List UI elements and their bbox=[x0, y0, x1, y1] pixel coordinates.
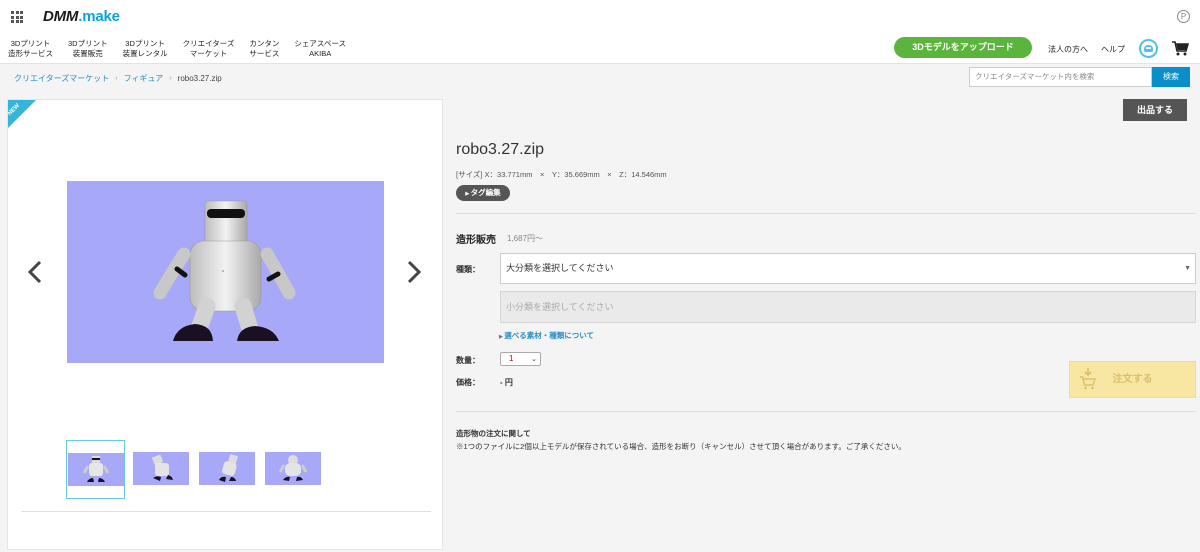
chevron-right-icon: › bbox=[115, 75, 118, 82]
thumbnail-4[interactable] bbox=[264, 440, 323, 499]
subcategory-select[interactable]: 小分類を選択してください bbox=[500, 291, 1196, 323]
nav-item-creators-market[interactable]: クリエイターズ マーケット bbox=[183, 39, 235, 59]
main-product-image[interactable] bbox=[67, 181, 384, 363]
list-item-button[interactable]: 出品する bbox=[1123, 99, 1187, 121]
nav-item-print-service[interactable]: 3Dプリント 造形サービス bbox=[8, 39, 53, 59]
thumbnail-2[interactable] bbox=[132, 440, 191, 499]
new-badge: NEW bbox=[8, 100, 37, 129]
section-divider bbox=[456, 213, 1196, 214]
notes-divider bbox=[456, 411, 1196, 412]
corporate-link[interactable]: 法人の方へ bbox=[1048, 44, 1088, 55]
search-button[interactable]: 検索 bbox=[1152, 67, 1190, 87]
main-nav: 3Dプリント 造形サービス 3Dプリント 装置販売 3Dプリント 装置レンタル … bbox=[8, 39, 361, 59]
product-gallery: NEW bbox=[7, 99, 443, 550]
dropdown-caret-icon: ▼ bbox=[1184, 265, 1191, 272]
help-link[interactable]: ヘルプ bbox=[1101, 44, 1125, 55]
price-label: 価格： bbox=[456, 378, 480, 387]
search-input[interactable]: クリエイターズマーケット内を検索 bbox=[969, 67, 1152, 87]
site-logo[interactable]: DMM.make bbox=[43, 8, 120, 25]
category-select[interactable]: 大分類を選択してください ▼ bbox=[500, 253, 1196, 284]
order-button[interactable]: 注文する bbox=[1069, 361, 1196, 398]
site-header: DMM.make P 3Dプリント 造形サービス 3Dプリント 装置販売 3Dプ… bbox=[0, 0, 1200, 64]
type-label: 種類： bbox=[456, 265, 480, 274]
nav-item-easy-service[interactable]: カンタン サービス bbox=[249, 39, 279, 59]
add-to-cart-icon bbox=[1080, 368, 1096, 390]
notes-text: ※1つのファイルに2個以上モデルが保存されている場合、造形をお断り（キャンセル）… bbox=[456, 442, 906, 451]
nav-item-device-sales[interactable]: 3Dプリント 装置販売 bbox=[68, 39, 108, 59]
breadcrumb-creators-market[interactable]: クリエイターズマーケット bbox=[14, 73, 109, 84]
breadcrumb-current: robo3.27.zip bbox=[177, 74, 222, 83]
app-grid-icon[interactable] bbox=[11, 11, 23, 23]
quantity-select[interactable]: 1 ⌄ bbox=[500, 352, 541, 366]
breadcrumb: クリエイターズマーケット › フィギュア › robo3.27.zip bbox=[14, 73, 222, 84]
product-title: robo3.27.zip bbox=[456, 141, 545, 158]
gallery-divider bbox=[21, 511, 431, 512]
nav-item-share-space[interactable]: シェアスペース AKIBA bbox=[294, 39, 346, 59]
price-value: - 円 bbox=[500, 378, 513, 387]
notes-title: 造形物の注文に関して bbox=[456, 429, 531, 438]
breadcrumb-figure[interactable]: フィギュア bbox=[124, 73, 164, 84]
material-info-link[interactable]: ▶ 選べる素材・種類について bbox=[499, 330, 594, 341]
cart-icon[interactable] bbox=[1172, 41, 1189, 56]
tag-edit-button[interactable]: ▶ タグ編集 bbox=[456, 185, 510, 201]
next-image-arrow-icon[interactable] bbox=[406, 260, 422, 284]
thumbnail-strip bbox=[66, 440, 330, 499]
quantity-label: 数量： bbox=[456, 356, 480, 365]
section-title: 造形販売 bbox=[456, 235, 496, 246]
point-icon[interactable]: P bbox=[1177, 10, 1190, 23]
thumbnail-1[interactable] bbox=[66, 440, 125, 499]
prev-image-arrow-icon[interactable] bbox=[27, 260, 43, 284]
user-avatar-icon[interactable] bbox=[1139, 39, 1158, 58]
nav-item-device-rental[interactable]: 3Dプリント 装置レンタル bbox=[123, 39, 168, 59]
chevron-down-icon: ⌄ bbox=[531, 356, 537, 363]
chevron-right-icon: › bbox=[169, 75, 172, 82]
price-from: 1,687円〜 bbox=[507, 234, 544, 243]
upload-model-button[interactable]: 3Dモデルをアップロード bbox=[894, 37, 1032, 58]
product-size: [サイズ] X：33.771mm × Y：35.669mm × Z：14.546… bbox=[456, 170, 667, 179]
thumbnail-3[interactable] bbox=[198, 440, 257, 499]
